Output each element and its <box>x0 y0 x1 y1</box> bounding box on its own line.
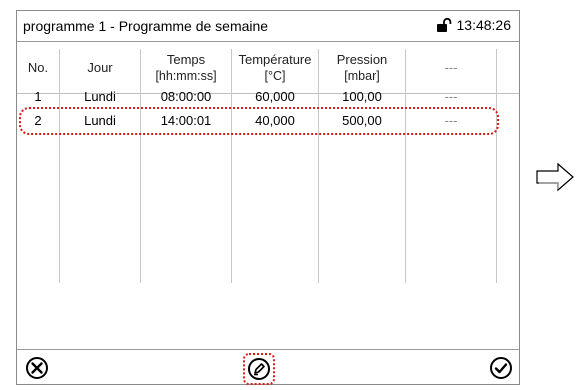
cell-temperature: 60,000 <box>255 89 295 104</box>
cell-jour: Lundi <box>84 89 116 104</box>
cell-temps: 08:00:00 <box>160 89 212 104</box>
cell-extra: --- <box>444 89 458 104</box>
confirm-button[interactable] <box>487 354 515 382</box>
cell-extra: --- <box>444 113 458 128</box>
check-icon <box>490 357 512 379</box>
cell-no: 2 <box>34 113 42 128</box>
right-arrow-icon <box>536 162 574 192</box>
edit-button[interactable] <box>243 353 275 385</box>
cell-no: 1 <box>34 89 42 104</box>
table-row[interactable]: 1 Lundi 08:00:00 60,000 100,00 --- <box>17 85 519 109</box>
page-title: programme 1 - Programme de semaine <box>23 18 269 34</box>
bottom-toolbar <box>17 349 519 386</box>
clock-time: 13:48:26 <box>456 17 512 33</box>
clock: 13:48:26 <box>436 17 512 35</box>
edit-pencil-icon <box>248 358 270 380</box>
cell-pression: 500,00 <box>342 113 382 128</box>
cell-temperature: 40,000 <box>255 113 295 128</box>
lock-open-icon <box>436 17 454 35</box>
table-row-selected[interactable]: 2 Lundi 14:00:01 40,000 500,00 --- <box>17 109 519 133</box>
cancel-icon <box>26 357 48 379</box>
cancel-button[interactable] <box>23 354 51 382</box>
title-bar: programme 1 - Programme de semaine 13:48… <box>17 11 519 42</box>
cell-temps: 14:00:01 <box>160 113 212 128</box>
cell-jour: Lundi <box>84 113 116 128</box>
program-editor-panel: programme 1 - Programme de semaine 13:48… <box>16 10 520 385</box>
cell-pression: 100,00 <box>342 89 382 104</box>
